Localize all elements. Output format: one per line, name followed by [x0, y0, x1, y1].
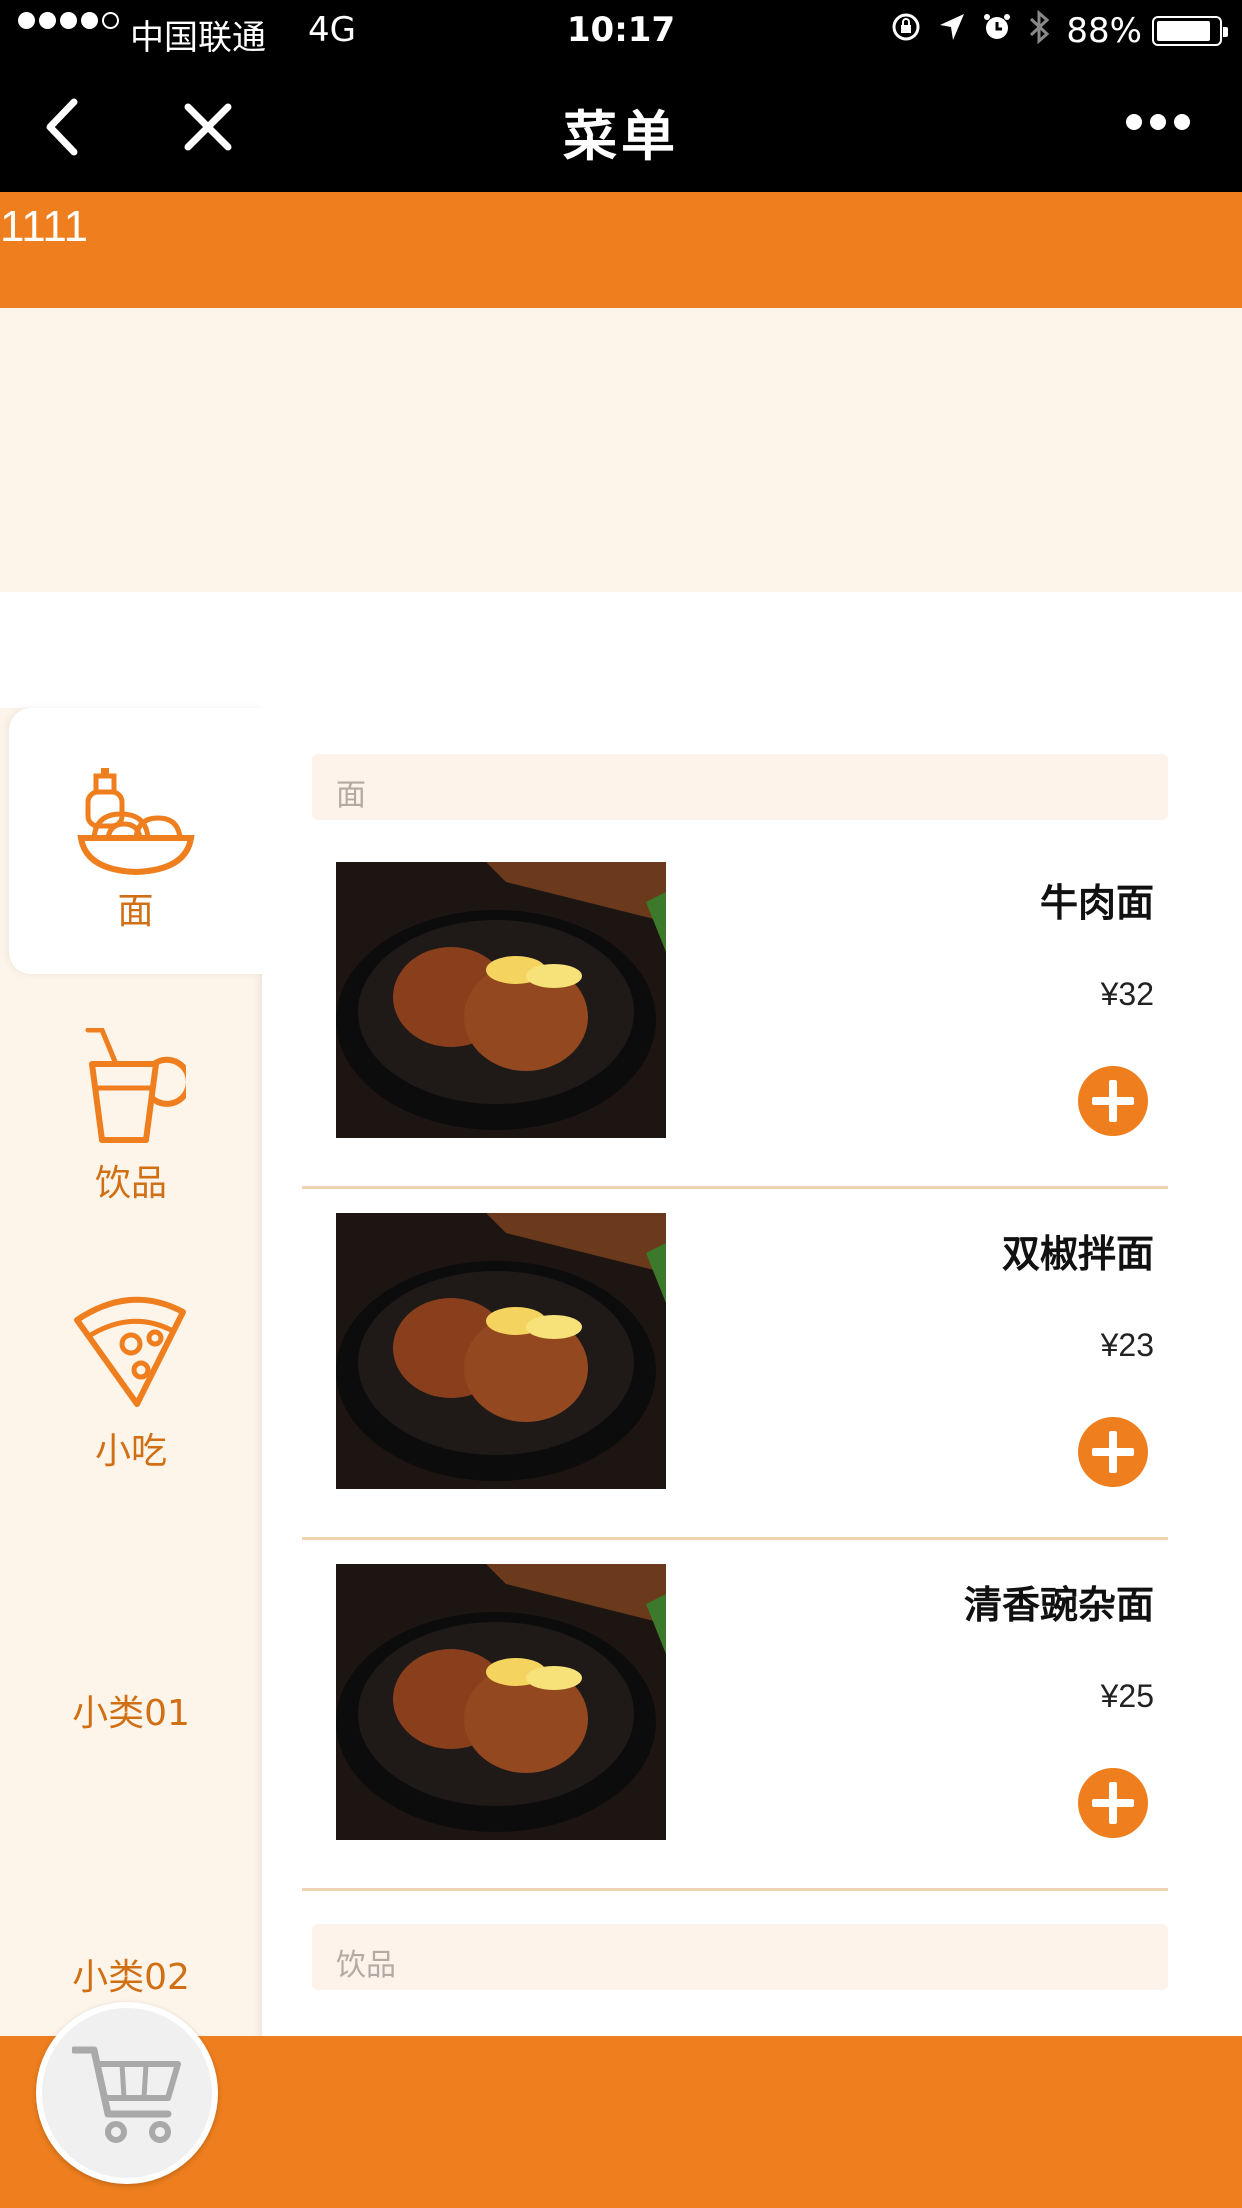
notice-text: 1111 — [0, 202, 89, 251]
sidebar-item-label: 小类02 — [72, 1957, 190, 1998]
add-to-cart-button[interactable] — [1078, 1417, 1148, 1487]
page-title: 菜单 — [563, 105, 679, 168]
dish-name: 双椒拌面 — [1001, 1232, 1154, 1276]
section-header: 面 — [312, 754, 1168, 820]
location-icon — [938, 12, 966, 50]
status-bar: 中国联通 4G 10:17 88% — [0, 0, 1242, 62]
noodles-icon — [76, 768, 195, 876]
sidebar-item-label: 小类01 — [72, 1693, 190, 1734]
add-to-cart-button[interactable] — [1078, 1066, 1148, 1136]
orientation-lock-icon — [890, 11, 922, 51]
item-divider — [302, 1537, 1168, 1540]
dish-price: ¥25 — [1100, 1678, 1154, 1714]
menu-item[interactable]: 牛肉面 ¥32 — [302, 862, 1168, 1214]
more-dots-icon[interactable] — [1118, 114, 1190, 130]
sidebar-item-label: 小吃 — [94, 1431, 167, 1472]
menu-item[interactable]: 双椒拌面 ¥23 — [302, 1213, 1168, 1565]
cart-button[interactable] — [36, 2002, 218, 2184]
dish-photo — [336, 1213, 666, 1489]
bluetooth-icon — [1028, 9, 1050, 52]
dish-price: ¥23 — [1100, 1327, 1154, 1363]
sidebar-item-label: 面 — [117, 891, 154, 932]
dish-photo — [336, 862, 666, 1138]
sidebar-item-label: 饮品 — [94, 1163, 167, 1204]
item-divider — [302, 1888, 1168, 1891]
dish-name: 牛肉面 — [1039, 881, 1154, 925]
dish-price: ¥32 — [1100, 976, 1154, 1012]
nav-bar: 菜单 — [0, 62, 1242, 192]
sidebar-item-noodles[interactable]: 面 — [9, 708, 262, 974]
notice-strip: 1111 — [0, 192, 1242, 308]
section-header: 饮品 — [312, 1924, 1168, 1990]
cart-icon — [72, 2046, 181, 2143]
dish-name: 清香豌杂面 — [963, 1583, 1154, 1627]
battery-percentage: 88% — [1066, 11, 1142, 51]
category-sidebar: 面 饮品 小吃 小类01 小类02 — [0, 708, 262, 2036]
menu-list[interactable]: 面 牛肉面 ¥32 双椒拌面 ¥23 清香豌杂面 ¥25 饮品 — [262, 708, 1242, 2036]
pizza-icon — [74, 1296, 186, 1407]
sidebar-item-drinks[interactable]: 饮品 — [0, 1028, 262, 1228]
banner-area — [0, 308, 1242, 592]
menu-item[interactable]: 清香豌杂面 ¥25 — [302, 1564, 1168, 1916]
battery-icon — [1152, 16, 1228, 46]
add-to-cart-button[interactable] — [1078, 1768, 1148, 1838]
sidebar-item-snacks[interactable]: 小吃 — [0, 1292, 262, 1492]
dish-photo — [336, 1564, 666, 1840]
alarm-icon — [982, 12, 1012, 50]
sidebar-item-subcategory-01[interactable]: 小类01 — [0, 1684, 262, 1754]
item-divider — [302, 1186, 1168, 1189]
drink-icon — [85, 1028, 186, 1143]
